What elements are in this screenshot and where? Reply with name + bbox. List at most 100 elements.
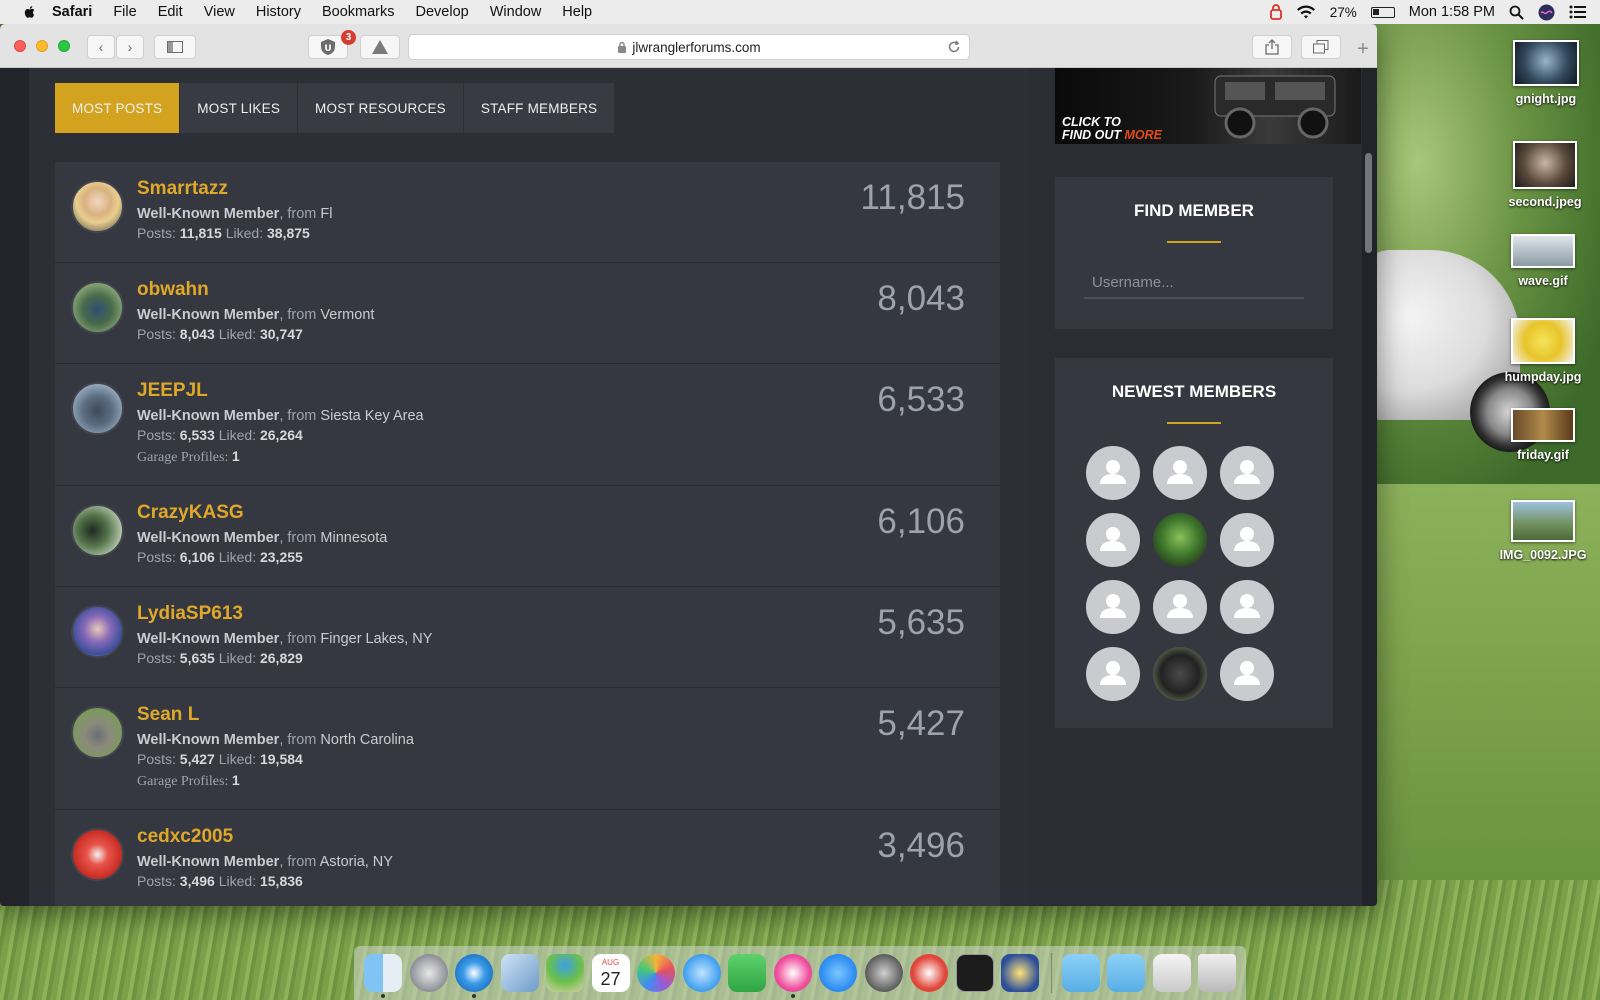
menu-bookmarks[interactable]: Bookmarks (322, 4, 395, 20)
desktop-file[interactable]: IMG_0092.JPG (1488, 500, 1598, 562)
member-username[interactable]: JEEPJL (137, 380, 208, 402)
menubar-clock[interactable]: Mon 1:58 PM (1409, 4, 1495, 20)
member-avatar[interactable] (71, 180, 124, 233)
mushroom-app-icon[interactable] (546, 954, 584, 992)
member-username[interactable]: Sean L (137, 704, 199, 726)
newest-member-avatar[interactable] (1086, 513, 1140, 567)
member-avatar[interactable] (71, 706, 124, 759)
address-bar[interactable]: jlwranglerforums.com (408, 34, 970, 60)
menu-app-safari[interactable]: Safari (52, 4, 92, 20)
system-preferences-icon[interactable] (864, 954, 903, 992)
tab-most-posts[interactable]: MOST POSTS (55, 83, 181, 133)
member-stats: Posts: 6,106 Liked: 23,255 (137, 549, 303, 565)
browser-toolbar: ‹ › U 3 jlwranglerforums.com + (0, 24, 1377, 68)
menu-file[interactable]: File (113, 4, 136, 20)
menu-history[interactable]: History (256, 4, 301, 20)
member-avatar[interactable] (71, 281, 124, 334)
applications-folder-icon[interactable] (1107, 954, 1145, 992)
extension-button[interactable] (360, 35, 400, 59)
menu-edit[interactable]: Edit (158, 4, 183, 20)
newest-member-avatar[interactable] (1220, 580, 1274, 634)
app-triangle-icon[interactable] (1001, 954, 1039, 992)
finder-icon[interactable] (364, 954, 402, 998)
apple-icon[interactable] (22, 4, 38, 20)
menu-window[interactable]: Window (490, 4, 542, 20)
member-role: Well-Known Member (137, 206, 280, 222)
member-username[interactable]: LydiaSP613 (137, 603, 243, 625)
member-row: Sean L Well-Known Member, from North Car… (55, 687, 1000, 809)
share-button[interactable] (1252, 35, 1292, 59)
notification-center-icon[interactable] (1569, 5, 1586, 19)
default-user-icon (1100, 594, 1126, 618)
menu-help[interactable]: Help (562, 4, 592, 20)
newest-member-avatar[interactable] (1220, 513, 1274, 567)
member-post-count: 11,815 (860, 178, 965, 217)
new-tab-button[interactable]: + (1352, 37, 1374, 60)
launchpad-icon[interactable] (409, 954, 448, 992)
terminal-icon[interactable] (955, 954, 994, 992)
siri-icon[interactable] (1538, 4, 1555, 21)
desktop-file[interactable]: wave.gif (1488, 234, 1598, 288)
member-avatar[interactable] (71, 504, 124, 557)
tab-most-resources[interactable]: MOST RESOURCES (298, 83, 464, 133)
trash-icon[interactable] (1198, 954, 1236, 992)
minimize-window-button[interactable] (36, 40, 48, 52)
member-username[interactable]: Smarrtazz (137, 178, 228, 200)
newest-member-avatar[interactable] (1086, 580, 1140, 634)
zoom-window-button[interactable] (58, 40, 70, 52)
wifi-icon[interactable] (1296, 5, 1316, 20)
newest-member-avatar[interactable] (1153, 446, 1207, 500)
itunes-icon[interactable] (773, 954, 812, 998)
jeep-advertisement[interactable]: CLICK TO FIND OUT MORE (1055, 68, 1361, 144)
tab-staff-members[interactable]: STAFF MEMBERS (464, 83, 616, 133)
calendar-icon[interactable]: AUG 27 (591, 954, 630, 992)
page-scrollbar[interactable] (1365, 153, 1372, 253)
menu-develop[interactable]: Develop (416, 4, 469, 20)
newest-member-avatar[interactable] (1220, 446, 1274, 500)
lastpass-icon[interactable] (1269, 4, 1282, 20)
sidebar-toggle-button[interactable] (154, 35, 196, 59)
member-username[interactable]: cedxc2005 (137, 826, 233, 848)
messages-icon[interactable] (682, 954, 721, 992)
documents-stack-icon[interactable] (1152, 954, 1191, 992)
desktop-file[interactable]: gnight.jpg (1491, 40, 1600, 106)
newest-member-avatar[interactable] (1153, 647, 1207, 701)
newest-member-avatar[interactable] (1220, 647, 1274, 701)
member-username[interactable]: CrazyKASG (137, 502, 244, 524)
downloads-folder-icon[interactable] (1061, 954, 1100, 992)
newest-member-avatar[interactable] (1153, 580, 1207, 634)
plus-icon: + (1357, 37, 1369, 60)
newest-member-avatar[interactable] (1086, 647, 1140, 701)
internet-explorer-icon[interactable] (910, 954, 948, 992)
reload-icon[interactable] (947, 40, 961, 54)
file-name: IMG_0092.JPG (1499, 548, 1587, 562)
member-avatar[interactable] (71, 828, 124, 881)
username-search-input[interactable] (1084, 267, 1304, 299)
menu-view[interactable]: View (204, 4, 235, 20)
desktop-file[interactable]: friday.gif (1488, 408, 1598, 462)
newest-member-avatar[interactable] (1086, 446, 1140, 500)
preview-icon[interactable] (500, 954, 539, 992)
desktop-file[interactable]: humpday.jpg (1488, 318, 1598, 384)
photos-icon[interactable] (637, 954, 675, 992)
posts-label: Posts: (137, 549, 176, 565)
back-button[interactable]: ‹ (87, 35, 115, 59)
desktop-file[interactable]: second.jpeg (1490, 141, 1600, 209)
battery-icon[interactable] (1370, 6, 1395, 18)
default-user-icon (1234, 527, 1260, 551)
member-avatar[interactable] (71, 382, 124, 435)
close-window-button[interactable] (14, 40, 26, 52)
tab-most-likes[interactable]: MOST LIKES (180, 83, 299, 133)
member-username[interactable]: obwahn (137, 279, 209, 301)
facetime-icon[interactable] (728, 954, 766, 992)
member-title: Well-Known Member, from Finger Lakes, NY (137, 631, 432, 647)
member-avatar[interactable] (71, 605, 124, 658)
tabs-overview-button[interactable] (1301, 35, 1341, 59)
calendar-day: 27 (600, 969, 621, 989)
forward-button[interactable]: › (116, 35, 144, 59)
newest-member-avatar[interactable] (1153, 513, 1207, 567)
app-store-icon[interactable] (819, 954, 857, 992)
file-thumbnail (1513, 40, 1579, 86)
spotlight-search-icon[interactable] (1509, 5, 1524, 20)
safari-icon[interactable] (455, 954, 493, 998)
